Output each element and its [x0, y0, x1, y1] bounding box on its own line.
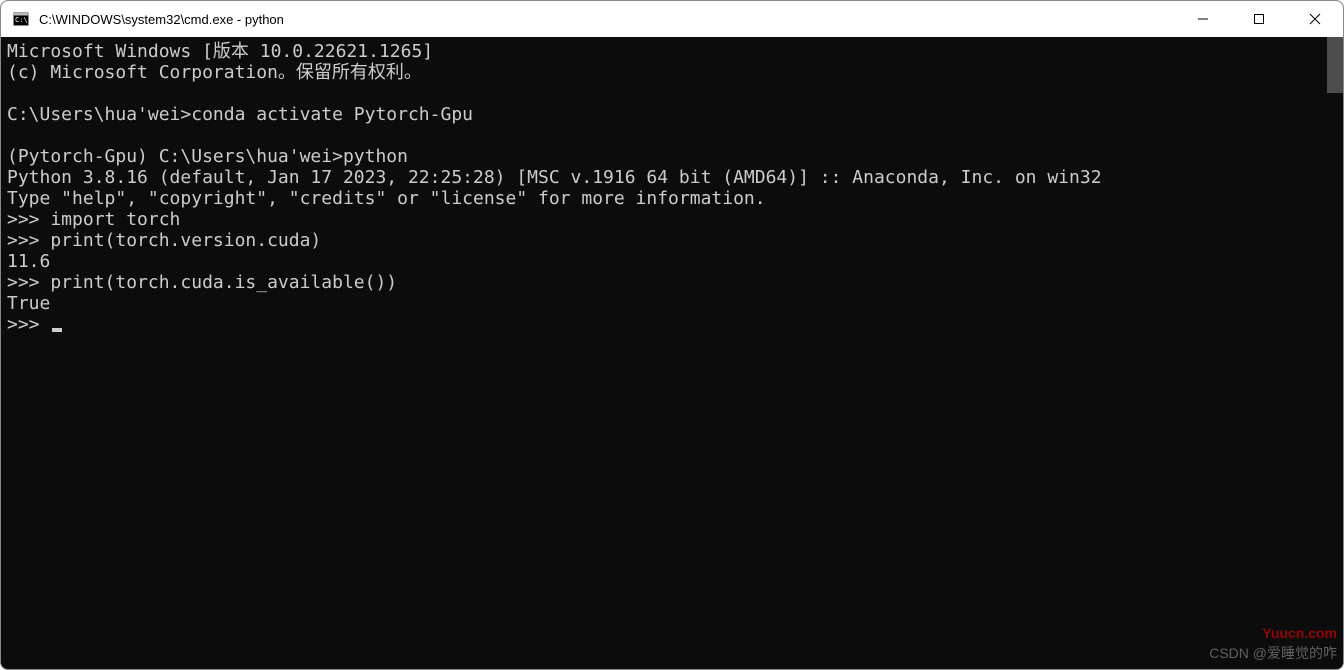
terminal-line: True [7, 293, 50, 314]
maximize-button[interactable] [1231, 1, 1287, 37]
svg-text:C:\: C:\ [15, 16, 28, 24]
terminal-line: 11.6 [7, 251, 50, 272]
terminal-area: Microsoft Windows [版本 10.0.22621.1265] (… [1, 37, 1343, 669]
titlebar-left: C:\ C:\WINDOWS\system32\cmd.exe - python [1, 11, 284, 27]
terminal-line: >>> import torch [7, 209, 180, 230]
terminal-prompt: >>> [7, 314, 50, 335]
window-controls [1175, 1, 1343, 37]
cursor [52, 328, 62, 332]
cmd-window: C:\ C:\WINDOWS\system32\cmd.exe - python… [0, 0, 1344, 670]
terminal-line: >>> print(torch.version.cuda) [7, 230, 321, 251]
scrollbar[interactable] [1327, 37, 1343, 669]
terminal-line: >>> print(torch.cuda.is_available()) [7, 272, 397, 293]
terminal-line: Microsoft Windows [版本 10.0.22621.1265] [7, 41, 433, 62]
terminal-line: (Pytorch-Gpu) C:\Users\hua'wei>python [7, 146, 408, 167]
terminal-output[interactable]: Microsoft Windows [版本 10.0.22621.1265] (… [1, 37, 1327, 669]
terminal-line: Type "help", "copyright", "credits" or "… [7, 188, 766, 209]
close-button[interactable] [1287, 1, 1343, 37]
scrollbar-thumb[interactable] [1327, 37, 1343, 93]
terminal-line: Python 3.8.16 (default, Jan 17 2023, 22:… [7, 167, 1102, 188]
window-title: C:\WINDOWS\system32\cmd.exe - python [39, 12, 284, 27]
titlebar[interactable]: C:\ C:\WINDOWS\system32\cmd.exe - python [1, 1, 1343, 37]
terminal-line: (c) Microsoft Corporation。保留所有权利。 [7, 62, 422, 83]
terminal-line: C:\Users\hua'wei>conda activate Pytorch-… [7, 104, 473, 125]
cmd-icon: C:\ [13, 11, 29, 27]
minimize-button[interactable] [1175, 1, 1231, 37]
